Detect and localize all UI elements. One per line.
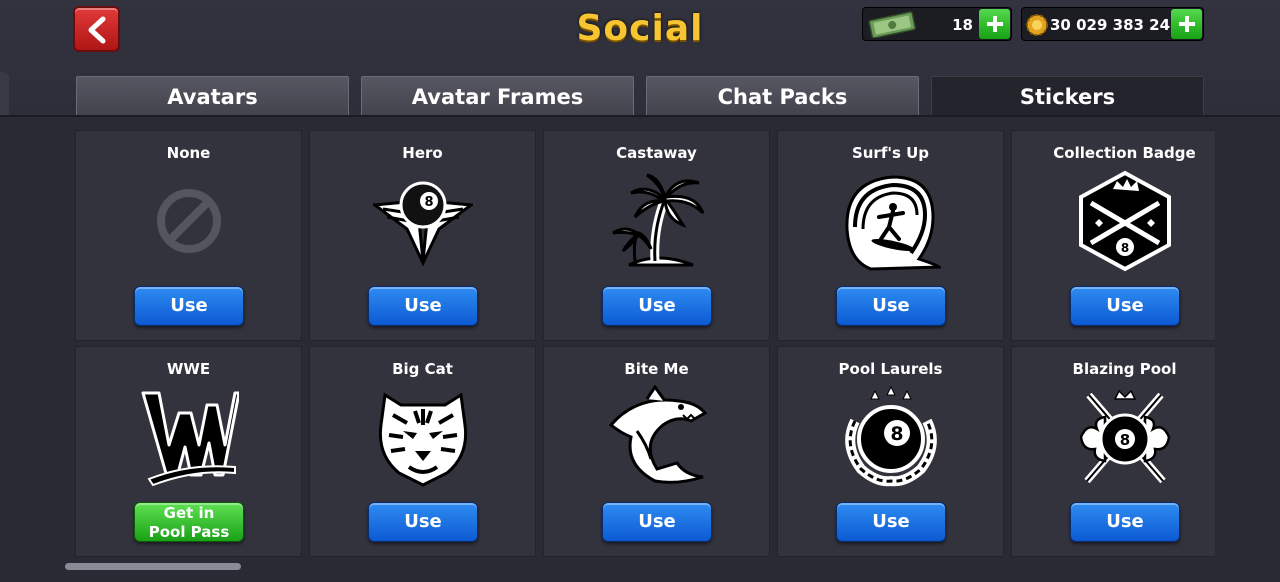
- get-in-pool-pass-button[interactable]: Get in Pool Pass: [134, 502, 244, 542]
- tab-avatars[interactable]: Avatars: [76, 76, 349, 116]
- sticker-card-hero[interactable]: Hero 8 Use: [309, 130, 536, 341]
- surfer-wave-icon: [845, 175, 941, 271]
- sticker-card-collection-badge[interactable]: Collection Badge 8 Use: [1011, 130, 1215, 341]
- sticker-card-none[interactable]: None Use: [75, 130, 302, 341]
- sticker-card-castaway[interactable]: Castaway Use: [543, 130, 770, 341]
- shark-icon: [608, 385, 707, 484]
- svg-text:8: 8: [890, 423, 903, 445]
- cash-counter: 18: [862, 7, 1012, 41]
- sticker-card-wwe[interactable]: WWE Get in Pool Pass: [75, 346, 302, 557]
- use-button[interactable]: Use: [1070, 286, 1180, 326]
- wwe-logo-icon: [141, 391, 239, 487]
- laurel-8-ball-icon: 8: [845, 385, 937, 487]
- sticker-card-bite-me[interactable]: Bite Me Use: [543, 346, 770, 557]
- plus-icon: [1179, 16, 1195, 32]
- palm-tree-icon: [612, 173, 705, 267]
- cash-icon: [868, 11, 916, 38]
- horizontal-scrollbar[interactable]: [65, 563, 241, 570]
- sticker-card-big-cat[interactable]: Big Cat Use: [309, 346, 536, 557]
- crowned-hexagon-badge-icon: 8: [1079, 170, 1171, 272]
- use-button[interactable]: Use: [1070, 502, 1180, 542]
- sticker-name: Hero: [402, 144, 443, 162]
- use-button[interactable]: Use: [836, 286, 946, 326]
- sticker-card-blazing-pool[interactable]: Blazing Pool 8 Use: [1011, 346, 1215, 557]
- sticker-name: Collection Badge: [1053, 144, 1196, 162]
- coins-counter: 30 029 383 245: [1021, 7, 1204, 41]
- svg-text:8: 8: [424, 195, 433, 210]
- tab-stickers[interactable]: Stickers: [931, 76, 1204, 116]
- coins-icon: [1026, 14, 1048, 36]
- tiger-head-icon: [378, 392, 468, 487]
- sticker-name: Pool Laurels: [838, 360, 943, 378]
- use-button[interactable]: Use: [836, 502, 946, 542]
- use-button[interactable]: Use: [602, 502, 712, 542]
- buy-coins-button[interactable]: [1171, 9, 1202, 39]
- coins-amount: 30 029 383 245: [1050, 16, 1181, 34]
- sticker-name: Castaway: [616, 144, 697, 162]
- use-button[interactable]: Use: [368, 502, 478, 542]
- plus-icon: [987, 16, 1003, 32]
- cash-amount: 18: [952, 16, 973, 34]
- tab-chat-packs[interactable]: Chat Packs: [646, 76, 919, 116]
- sticker-name: Bite Me: [624, 360, 689, 378]
- tab-avatar-frames[interactable]: Avatar Frames: [361, 76, 634, 116]
- sticker-name: Blazing Pool: [1072, 360, 1177, 378]
- sticker-name: Surf's Up: [851, 144, 930, 162]
- buy-cash-button[interactable]: [979, 9, 1010, 39]
- sticker-name: None: [166, 144, 211, 162]
- use-button[interactable]: Use: [602, 286, 712, 326]
- svg-text:8: 8: [1120, 431, 1130, 449]
- sticker-card-surfs-up[interactable]: Surf's Up Use: [777, 130, 1004, 341]
- flaming-8-ball-icon: 8: [1079, 389, 1171, 484]
- sticker-name: WWE: [166, 360, 211, 378]
- none-icon: [157, 189, 221, 253]
- use-button[interactable]: Use: [368, 286, 478, 326]
- sticker-card-pool-laurels[interactable]: Pool Laurels 8 Use: [777, 346, 1004, 557]
- use-button[interactable]: Use: [134, 286, 244, 326]
- sticker-grid: None Use Hero 8 Use Castaway Use Surf's …: [75, 130, 1215, 560]
- winged-8-ball-icon: 8: [373, 181, 473, 267]
- svg-text:8: 8: [1121, 241, 1129, 255]
- sticker-name: Big Cat: [392, 360, 453, 378]
